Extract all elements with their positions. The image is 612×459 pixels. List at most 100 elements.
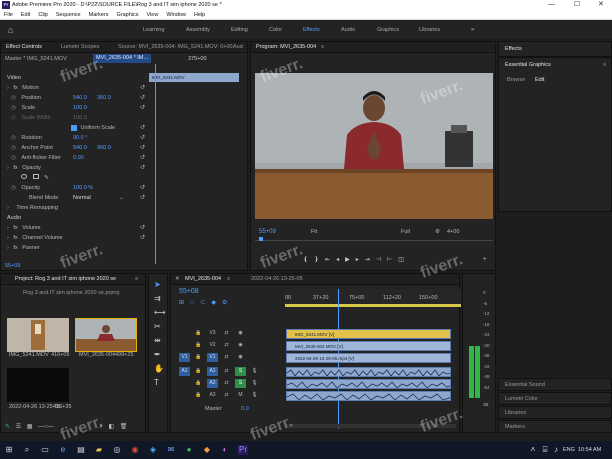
track-label[interactable]: V2 (207, 341, 218, 350)
lock-icon[interactable]: 🔒 (193, 341, 204, 350)
workspace-assembly[interactable]: Assembly (186, 21, 210, 39)
workspace-graphics[interactable]: Graphics (377, 21, 399, 39)
razor-tool-icon[interactable]: ✂ (154, 322, 161, 331)
reset-icon[interactable]: ↺ (140, 193, 145, 203)
source-patch-a1[interactable]: A1 (179, 367, 190, 376)
lock-icon[interactable]: 🔒 (193, 367, 204, 376)
fit-select[interactable]: Fit (311, 227, 317, 237)
program-playhead[interactable] (259, 237, 263, 241)
scale-value[interactable]: 100.0 (73, 103, 87, 113)
mute-button[interactable]: S (235, 367, 246, 376)
workspace-more-icon[interactable]: » (471, 21, 474, 39)
edge-icon[interactable]: e (58, 445, 68, 455)
track-label[interactable]: A1 (207, 367, 218, 376)
add-button-icon[interactable]: + (483, 255, 487, 265)
opacity-value[interactable]: 100.0 % (73, 183, 93, 193)
tab-sequence-recording[interactable]: 2022-04-26 13-25-05 (251, 274, 303, 285)
stopwatch-icon[interactable]: ◷ (11, 155, 16, 161)
program-monitor-title[interactable]: Program: MVI_2635-004 (256, 42, 316, 53)
volume-row[interactable]: › fx Volume ↺ (7, 223, 149, 233)
mark-in-icon[interactable]: ❴ (303, 257, 314, 263)
app-icon[interactable]: ◐ (220, 445, 230, 455)
effect-controls-timecode[interactable]: 55+09 (5, 261, 20, 271)
expand-arrow-icon[interactable]: › (7, 165, 9, 171)
zoom-slider[interactable]: —○— (38, 424, 54, 430)
menu-help[interactable]: Help (190, 10, 209, 20)
tab-edit[interactable]: Edit (535, 74, 544, 86)
search-icon[interactable]: ⌕ (22, 445, 32, 455)
lumetri-color-title[interactable]: Lumetri Color (505, 393, 538, 405)
workspace-editing[interactable]: Editing (231, 21, 248, 39)
linked-selection-icon[interactable]: ⊂ (200, 300, 211, 306)
track-label[interactable]: V1 (207, 353, 218, 362)
export-frame-icon[interactable]: ◫ (398, 257, 410, 263)
clip-v2[interactable]: MVI_2635-004.MOV [V] (286, 341, 451, 351)
lock-icon[interactable]: 🔒 (193, 391, 204, 400)
app-icon[interactable]: ◆ (202, 445, 212, 455)
anchor-x-value[interactable]: 540.0 (73, 143, 87, 153)
wrench-icon[interactable]: ⚙ (435, 227, 440, 237)
chevron-down-icon[interactable]: ⌄ (119, 193, 124, 203)
ellipse-mask-icon[interactable] (21, 174, 27, 179)
step-forward-icon[interactable]: ▸ (356, 257, 365, 263)
stopwatch-icon[interactable]: ◷ (11, 145, 16, 151)
reset-icon[interactable]: ↺ (140, 133, 145, 143)
reset-icon[interactable]: ↺ (140, 103, 145, 113)
eye-icon[interactable]: ◉ (235, 341, 246, 350)
sync-lock-icon[interactable]: ⇄ (221, 341, 232, 350)
panner-row[interactable]: › fx Panner (7, 243, 149, 253)
sync-lock-icon[interactable]: ⇄ (221, 329, 232, 338)
app-icon[interactable]: ✉ (166, 445, 176, 455)
menu-edit[interactable]: Edit (17, 10, 34, 20)
reset-icon[interactable]: ↺ (140, 233, 145, 243)
pen-mask-icon[interactable]: ✎ (44, 175, 49, 181)
opacity-section-row[interactable]: › fx Opacity ↺ (7, 163, 149, 173)
timeline-ruler[interactable]: 00 37+20 75+00 112+20 150+00 (285, 289, 461, 307)
expand-arrow-icon[interactable]: › (7, 225, 9, 231)
home-icon[interactable]: ⌂ (8, 25, 18, 35)
sync-lock-icon[interactable]: ⇄ (221, 391, 232, 400)
expand-arrow-icon[interactable]: › (7, 245, 9, 251)
menu-file[interactable]: File (0, 10, 17, 20)
go-to-in-icon[interactable]: ⇤ (325, 257, 336, 263)
app-icon[interactable]: ◎ (112, 445, 122, 455)
workspace-effects[interactable]: Effects (303, 21, 320, 39)
selection-tool-icon[interactable]: ➤ (154, 280, 161, 289)
clip-a2[interactable] (286, 379, 451, 389)
tab-lumetri-scopes[interactable]: Lumetri Scopes (61, 42, 99, 53)
nest-icon[interactable]: ⊞ (179, 300, 190, 306)
reset-icon[interactable]: ↺ (140, 143, 145, 153)
extract-icon[interactable]: ⊢ (387, 257, 398, 263)
timeline-settings-icon[interactable]: ⚙ (222, 300, 233, 306)
minimize-button[interactable]: — (548, 0, 555, 10)
essential-graphics-title[interactable]: Essential Graphics (505, 58, 551, 72)
program-scrub-bar[interactable] (255, 240, 493, 241)
track-label[interactable]: A3 (207, 391, 218, 400)
type-tool-icon[interactable]: T (154, 378, 159, 387)
slip-tool-icon[interactable]: ⇹ (154, 336, 161, 345)
app-icon[interactable]: ● (184, 445, 194, 455)
clip-selector[interactable]: Master * IMG_5241.MOV (5, 54, 67, 64)
project-thumb-img5241[interactable] (7, 318, 69, 352)
master-value[interactable]: 0.0 (241, 404, 249, 414)
stopwatch-icon[interactable]: ◷ (11, 185, 16, 191)
lock-icon[interactable]: 🔒 (193, 379, 204, 388)
close-tab-icon[interactable]: ✕ (175, 274, 180, 285)
icon-view-icon[interactable]: ▦ (27, 424, 33, 430)
tab-sequence-mvi2635[interactable]: MVI_2635-004 (185, 274, 221, 285)
mark-out-icon[interactable]: ❵ (314, 257, 325, 263)
clip-a3[interactable] (286, 391, 451, 401)
rectangle-mask-icon[interactable] (32, 174, 39, 179)
source-patch-v1[interactable]: V1 (179, 353, 190, 362)
stopwatch-icon[interactable]: ◷ (11, 105, 16, 111)
close-button[interactable]: ✕ (598, 0, 604, 10)
task-view-icon[interactable]: ▭ (40, 445, 50, 455)
work-area-bar[interactable] (285, 304, 461, 307)
rotation-value[interactable]: 90.0 ° (73, 133, 87, 143)
mic-icon[interactable]: 🎙 (249, 391, 260, 400)
clip-v1[interactable]: 2022-04-26 13-25-05.mp4 [V] (286, 353, 451, 363)
workspace-learning[interactable]: Learning (143, 21, 164, 39)
step-back-icon[interactable]: ◂ (336, 257, 345, 263)
timeline-timecode[interactable]: 55+08 (179, 287, 199, 297)
expand-arrow-icon[interactable]: › (7, 205, 9, 211)
